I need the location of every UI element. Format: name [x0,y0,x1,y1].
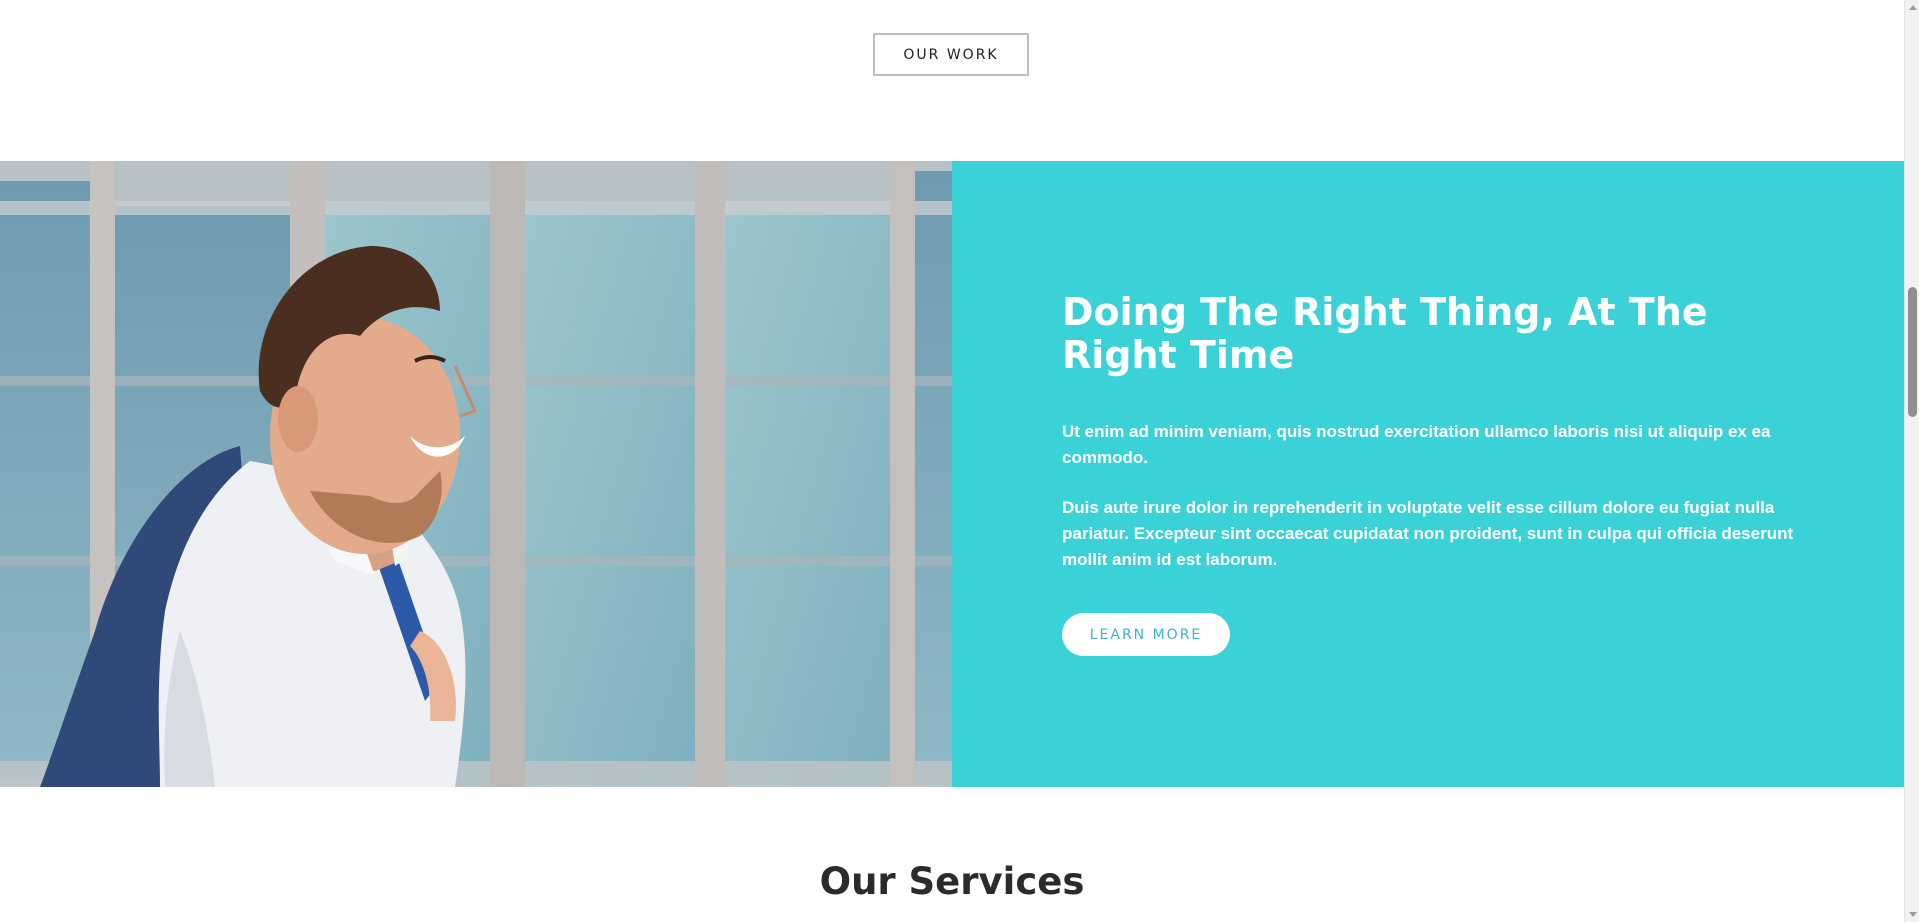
scroll-up-icon[interactable] [1909,5,1917,10]
learn-more-button[interactable]: LEARN MORE [1062,613,1230,656]
our-work-button[interactable]: OUR WORK [873,33,1029,76]
scroll-down-icon[interactable] [1909,912,1917,917]
feature-section: Doing The Right Thing, At The Right Time… [0,161,1904,787]
scrollbar-thumb[interactable] [1908,287,1917,417]
businessman-photo [0,161,952,787]
feature-panel: Doing The Right Thing, At The Right Time… [952,161,1904,787]
page: OUR WORK Doing The Right Thing, At The R… [0,0,1919,922]
vertical-scrollbar[interactable] [1904,0,1919,922]
feature-paragraph-1: Ut enim ad minim veniam, quis nostrud ex… [1062,422,1771,467]
photo-illustration [0,161,952,787]
feature-paragraph-2: Duis aute irure dolor in reprehenderit i… [1062,498,1794,569]
services-heading: Our Services [819,860,1085,903]
feature-title: Doing The Right Thing, At The Right Time [1062,290,1708,377]
page-content: OUR WORK Doing The Right Thing, At The R… [0,0,1904,922]
